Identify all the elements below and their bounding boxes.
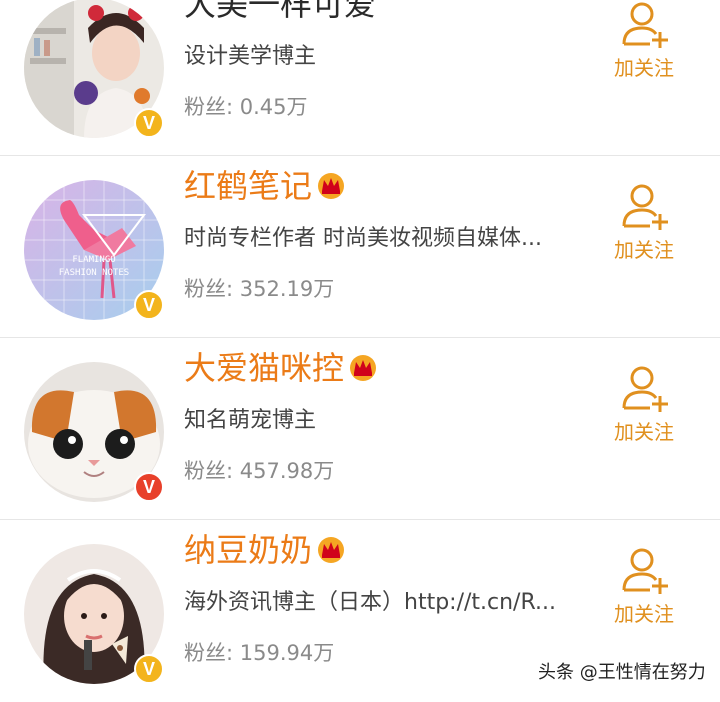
crown-icon xyxy=(350,355,377,381)
user-name-text[interactable]: 大爱猫咪控 xyxy=(184,348,344,388)
fans-count: 粉丝: 352.19万 xyxy=(184,277,335,301)
user-name[interactable]: 大美一样可爱 xyxy=(184,0,376,24)
verified-badge-icon: V xyxy=(134,654,164,684)
user-name[interactable]: 纳豆奶奶 xyxy=(184,530,346,570)
add-user-icon xyxy=(622,548,668,594)
avatar-caption: FLAMINGO xyxy=(72,255,115,265)
follow-button[interactable]: 加关注 xyxy=(604,544,684,634)
add-user-icon xyxy=(622,2,668,48)
fans-count: 粉丝: 159.94万 xyxy=(184,641,335,665)
watermark: 头条 @王性情在努力 xyxy=(538,662,706,683)
follow-label: 加关注 xyxy=(614,602,674,626)
follow-button[interactable]: 加关注 xyxy=(604,180,684,270)
verified-badge-icon: V xyxy=(134,108,164,138)
user-name[interactable]: 红鹤笔记 xyxy=(184,166,346,206)
user-description: 设计美学博主 xyxy=(184,44,317,69)
user-name-text[interactable]: 红鹤笔记 xyxy=(184,166,312,206)
add-user-icon xyxy=(622,366,668,412)
svg-text:FASHION NOTES: FASHION NOTES xyxy=(59,268,129,278)
follow-label: 加关注 xyxy=(614,238,674,262)
verified-badge-icon: V xyxy=(134,290,164,320)
list-item[interactable]: FLAMINGO FASHION NOTES V 红鹤笔记 时尚专栏作者 时尚美… xyxy=(0,156,720,338)
user-description: 知名萌宠博主 xyxy=(184,408,317,433)
crown-icon xyxy=(318,173,345,199)
follow-button[interactable]: 加关注 xyxy=(604,0,684,88)
follow-button[interactable]: 加关注 xyxy=(604,362,684,452)
follow-label: 加关注 xyxy=(614,420,674,444)
user-name[interactable]: 大爱猫咪控 xyxy=(184,348,378,388)
fans-count: 粉丝: 0.45万 xyxy=(184,95,308,119)
user-name-text[interactable]: 大美一样可爱 xyxy=(184,0,376,24)
user-description: 海外资讯博主（日本）http://t.cn/R... xyxy=(184,590,556,615)
fans-count: 粉丝: 457.98万 xyxy=(184,459,335,483)
list-item[interactable]: V 大爱猫咪控 知名萌宠博主 粉丝: 457.98万 加关注 xyxy=(0,338,720,520)
follow-label: 加关注 xyxy=(614,56,674,80)
user-description: 时尚专栏作者 时尚美妆视频自媒体... xyxy=(184,226,542,251)
list-item[interactable]: V 大美一样可爱 设计美学博主 粉丝: 0.45万 加关注 xyxy=(0,0,720,156)
verified-badge-icon: V xyxy=(134,472,164,502)
crown-icon xyxy=(318,537,345,563)
add-user-icon xyxy=(622,184,668,230)
user-name-text[interactable]: 纳豆奶奶 xyxy=(184,530,312,570)
